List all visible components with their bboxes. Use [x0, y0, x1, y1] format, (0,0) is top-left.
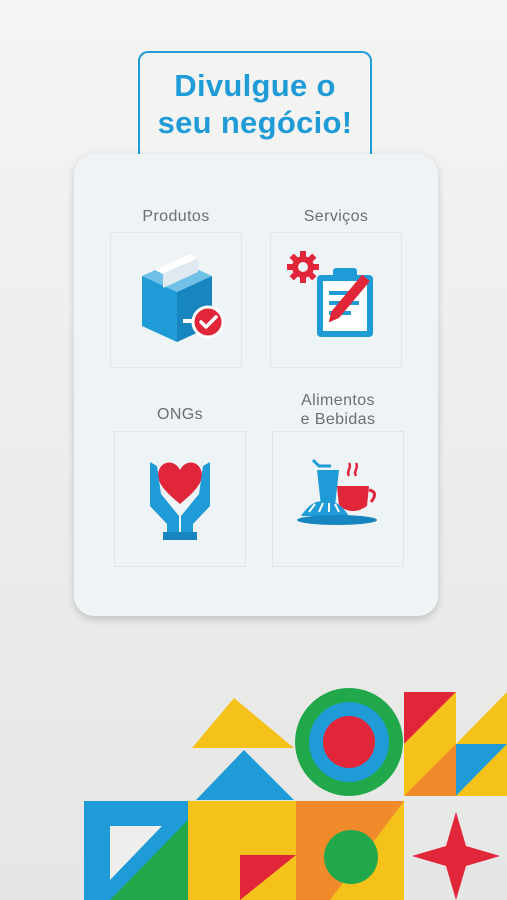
clipboard-settings-icon [287, 251, 373, 337]
category-tile-alimentos-bebidas[interactable] [272, 431, 404, 567]
category-label-alimentos: Alimentos e Bebidas [300, 392, 376, 428]
food-drink-icon [297, 458, 377, 525]
headline-line-1: Divulgue o [174, 68, 336, 103]
category-label-ongs: ONGs [156, 406, 204, 423]
package-check-icon [142, 254, 225, 342]
geometric-decoration [84, 688, 507, 900]
category-tile-servicos[interactable] [270, 232, 402, 368]
headline-line-2: seu negócio! [157, 105, 353, 140]
category-label-servicos: Serviços [303, 208, 369, 225]
hands-heart-icon [150, 462, 210, 540]
category-label-produtos: Produtos [142, 208, 210, 225]
category-card: Produtos Serviços ONGs Alimentos e Bebid… [74, 154, 438, 616]
category-tile-ongs[interactable] [114, 431, 246, 567]
category-tile-produtos[interactable] [110, 232, 242, 368]
headline-banner: Divulgue o seu negócio! [138, 51, 372, 155]
